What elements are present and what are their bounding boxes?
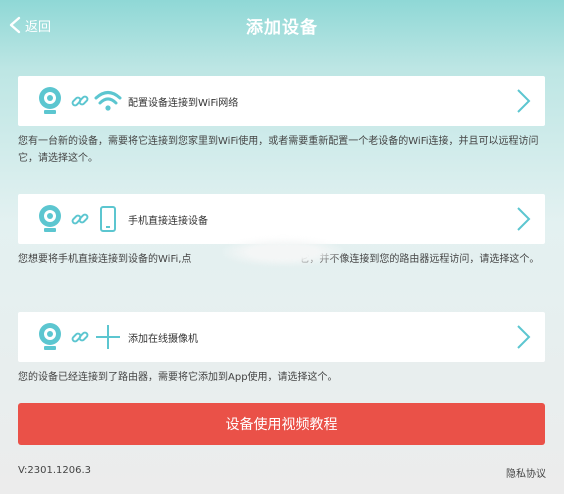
page-title: 添加设备 bbox=[246, 18, 318, 38]
video-tutorial-button[interactable]: 设备使用视频教程 bbox=[18, 403, 545, 445]
chevron-right-icon bbox=[515, 324, 531, 354]
option-label: 手机直接连接设备 bbox=[128, 215, 208, 227]
phone-icon bbox=[94, 205, 122, 233]
wifi-icon bbox=[94, 87, 122, 115]
camera-icon bbox=[36, 322, 64, 352]
link-icon bbox=[70, 209, 90, 229]
blur-overlay bbox=[222, 238, 344, 266]
link-icon bbox=[70, 327, 90, 347]
option-description-part1: 您想要将手机直接连接到设备的WiFi,点 bbox=[18, 254, 192, 265]
privacy-policy-link[interactable]: 隐私协议 bbox=[506, 465, 546, 480]
link-icon bbox=[70, 91, 90, 111]
option-wifi-config[interactable]: 配置设备连接到WiFi网络 bbox=[18, 76, 545, 126]
plus-icon bbox=[94, 323, 122, 351]
camera-icon bbox=[36, 204, 64, 234]
chevron-right-icon bbox=[515, 206, 531, 236]
header-bar: 返回 添加设备 bbox=[0, 0, 564, 50]
version-label: V:2301.1206.3 bbox=[18, 465, 92, 476]
option-add-online-camera[interactable]: 添加在线摄像机 bbox=[18, 312, 545, 362]
option-label: 添加在线摄像机 bbox=[128, 333, 198, 345]
option-description: 您的设备已经连接到了路由器，需要将它添加到App使用，请选择这个。 bbox=[18, 372, 338, 383]
option-label: 配置设备连接到WiFi网络 bbox=[128, 97, 239, 109]
camera-icon bbox=[36, 86, 64, 116]
option-direct-connect[interactable]: 手机直接连接设备 bbox=[18, 194, 545, 244]
option-description: 您有一台新的设备，需要将它连接到您家里到WiFi使用，或者需要重新配置一个老设备… bbox=[18, 136, 539, 164]
chevron-right-icon bbox=[515, 88, 531, 118]
